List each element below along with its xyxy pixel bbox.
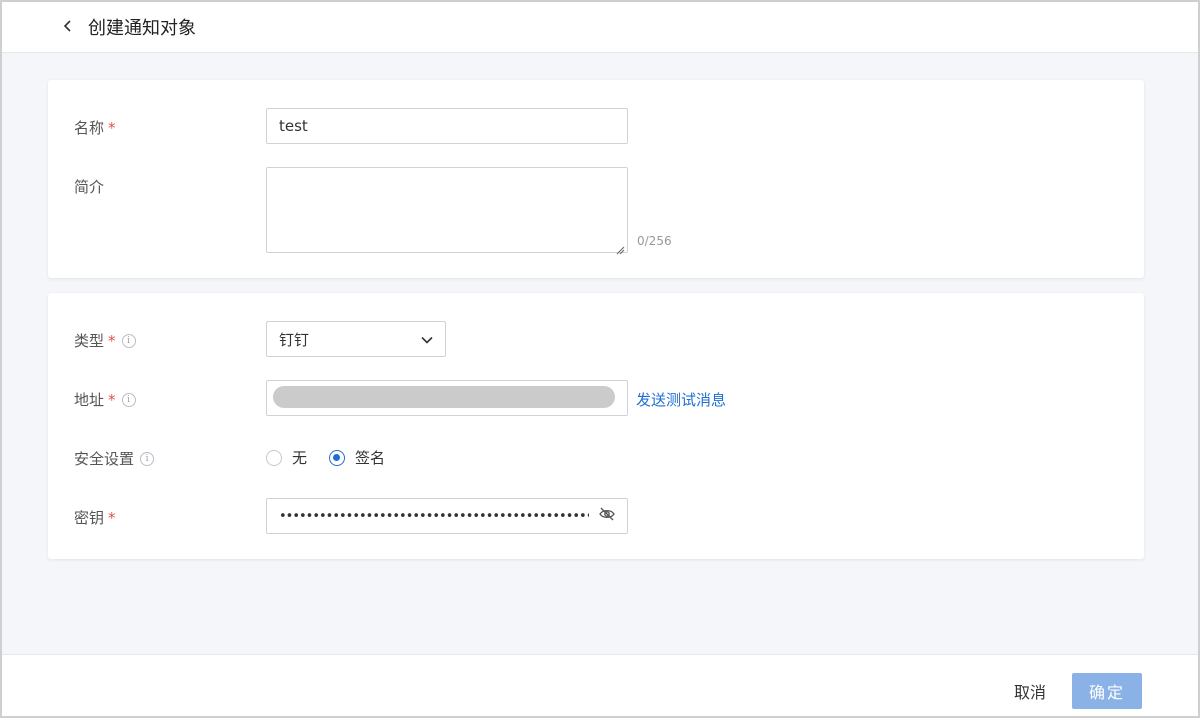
address-label: 地址 * i <box>74 389 136 410</box>
type-label: 类型 * i <box>74 330 136 351</box>
radio-button[interactable] <box>266 449 282 466</box>
channel-settings-card: 类型 * i 钉钉 地址 * i 发送测试消息 安全设置 i 无 签名 密钥 *… <box>48 293 1144 559</box>
required-mark: * <box>108 331 116 350</box>
redacted-value <box>273 386 615 408</box>
page-title: 创建通知对象 <box>88 18 196 39</box>
radio-option-none[interactable]: 无 <box>266 447 307 468</box>
description-textarea[interactable] <box>266 167 628 255</box>
info-icon[interactable]: i <box>121 333 136 348</box>
radio-option-signature[interactable]: 签名 <box>329 447 385 468</box>
cancel-button[interactable]: 取消 <box>998 673 1062 709</box>
required-mark: * <box>108 508 116 527</box>
confirm-button[interactable]: 确定 <box>1072 673 1142 709</box>
required-mark: * <box>108 118 116 137</box>
description-label: 简介 <box>74 178 105 196</box>
resize-handle-icon[interactable] <box>615 240 625 255</box>
app-window: 创建通知对象 名称 * test 简介 0/256 类型 * i 钉钉 地址 *… <box>0 0 1200 718</box>
security-radio-group: 无 签名 <box>266 447 407 468</box>
eye-off-icon[interactable] <box>599 507 615 525</box>
secret-input[interactable]: ••••••••••••••••••••••••••••••••••••••••… <box>266 498 628 534</box>
footer-bar: 取消 确定 <box>2 654 1198 716</box>
secret-label: 密钥 * <box>74 508 116 528</box>
type-select[interactable]: 钉钉 <box>266 321 446 357</box>
type-selected-value: 钉钉 <box>279 330 310 349</box>
secret-masked-value: ••••••••••••••••••••••••••••••••••••••••… <box>279 508 589 524</box>
radio-button-checked[interactable] <box>329 449 346 466</box>
info-icon[interactable]: i <box>140 451 155 466</box>
name-input[interactable]: test <box>266 108 628 144</box>
description-counter: 0/256 <box>637 234 672 248</box>
address-input[interactable] <box>266 380 628 416</box>
security-label: 安全设置 i <box>74 448 155 469</box>
send-test-message-link[interactable]: 发送测试消息 <box>636 389 726 410</box>
page-header: 创建通知对象 <box>2 2 1198 53</box>
basic-info-card: 名称 * test 简介 0/256 <box>48 80 1144 278</box>
required-mark: * <box>108 390 116 409</box>
back-arrow-icon[interactable] <box>60 16 76 36</box>
chevron-down-icon <box>421 330 433 348</box>
name-label: 名称 * <box>74 118 116 138</box>
info-icon[interactable]: i <box>121 392 136 407</box>
